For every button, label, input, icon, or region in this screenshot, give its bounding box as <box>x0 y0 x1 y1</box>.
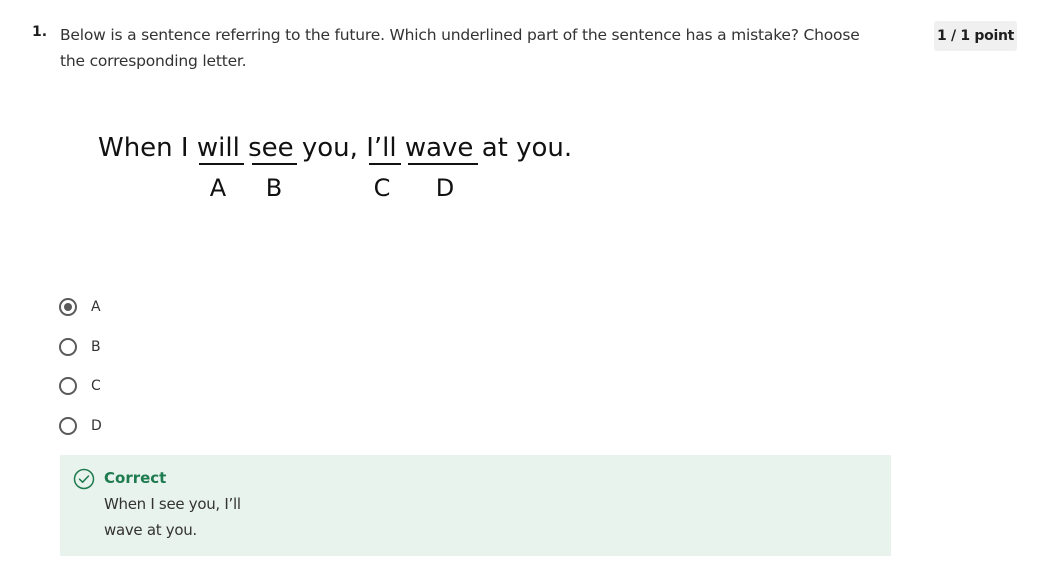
sentence-figure-graphic: When I will see you, I’ll wave at you. A… <box>98 133 572 202</box>
question-prompt: Below is a sentence referring to the fut… <box>60 26 860 70</box>
letter-a: A <box>210 174 227 202</box>
letter-b: B <box>266 174 282 202</box>
question-number: 1. <box>32 24 48 40</box>
sentence-part-will: will <box>197 133 240 163</box>
option-label: B <box>91 339 101 355</box>
option-label: C <box>91 378 101 394</box>
feedback-status: Correct <box>104 469 167 487</box>
option-label: D <box>91 418 102 434</box>
feedback-panel: Correct When I see you, I’ll wave at you… <box>60 455 891 556</box>
radio-button-selected[interactable] <box>59 298 77 316</box>
sentence-part: at you. <box>473 133 572 163</box>
feedback-explanation: When I see you, I’ll wave at you. <box>104 495 241 539</box>
sentence-part-see: see <box>248 133 294 163</box>
option-label: A <box>91 299 101 315</box>
sentence-text: When I will see you, I’ll wave at you. <box>98 133 572 163</box>
letter-d: D <box>436 174 454 202</box>
sentence-figure: When I will see you, I’ll wave at you. A… <box>96 126 596 206</box>
radio-button[interactable] <box>59 417 77 435</box>
sentence-part <box>240 133 248 163</box>
sentence-part <box>397 133 405 163</box>
points-badge: 1 / 1 point <box>934 21 1017 51</box>
radio-button[interactable] <box>59 338 77 356</box>
check-circle-icon <box>73 468 95 490</box>
sentence-part-wave: wave <box>405 133 474 163</box>
sentence-part-ill: I’ll <box>366 133 396 163</box>
radio-button[interactable] <box>59 377 77 395</box>
letter-c: C <box>374 174 391 202</box>
sentence-part: you, <box>294 133 367 163</box>
sentence-part: When I <box>98 133 197 163</box>
